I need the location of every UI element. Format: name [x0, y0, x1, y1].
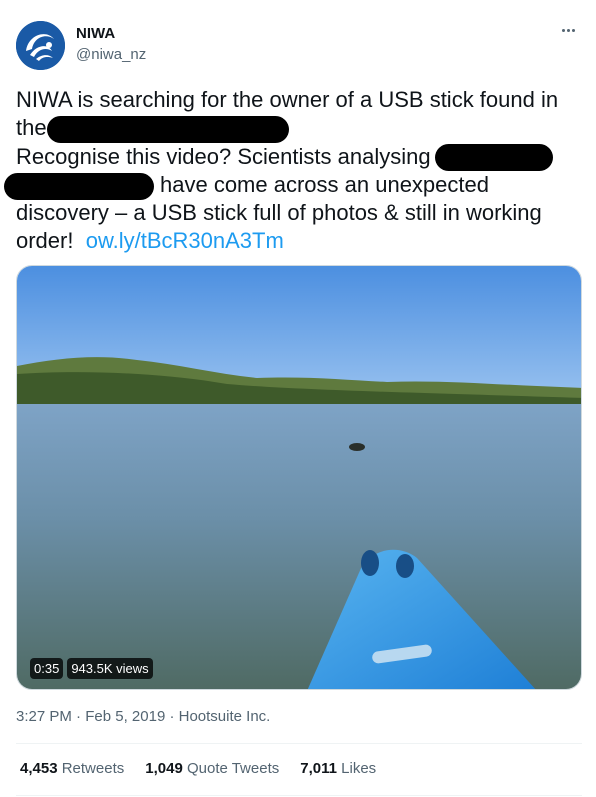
tweet-line-1: NIWA is searching for the owner of a USB…	[16, 86, 584, 114]
tweet-meta: 3:27 PM · Feb 5, 2019 · Hootsuite Inc.	[16, 708, 270, 725]
meta-separator: ·	[165, 708, 179, 725]
avatar[interactable]	[16, 21, 65, 70]
quote-tweets-label: Quote Tweets	[186, 760, 280, 777]
video-duration: 0:35	[30, 658, 64, 679]
likes-stat[interactable]: 7,011 Likes	[300, 760, 376, 777]
tweet-time[interactable]: 3:27 PM	[16, 708, 72, 725]
tweet-line-4: have come across an unexpected	[4, 171, 584, 200]
dot	[571, 28, 575, 32]
quote-tweets-stat[interactable]: 1,049 Quote Tweets	[145, 760, 279, 777]
niwa-logo-icon	[16, 21, 65, 70]
tweet-line-1-text: NIWA is searching for the owner of a USB…	[16, 87, 559, 112]
dot	[566, 28, 570, 32]
tweet-line-5: discovery – a USB stick full of photos &…	[16, 199, 584, 227]
divider	[16, 795, 582, 796]
redaction-mark	[4, 172, 154, 200]
more-dots-icon[interactable]	[556, 18, 580, 42]
video-badges: 0:35 943.5K views	[30, 658, 153, 679]
tweet-line-4-text: have come across an unexpected	[160, 171, 489, 197]
divider	[16, 743, 582, 744]
redaction-mark	[46, 115, 289, 143]
tweet-line-6-text: order!	[16, 228, 74, 254]
retweets-label: Retweets	[61, 760, 125, 777]
retweets-stat[interactable]: 4,453 Retweets	[20, 760, 124, 777]
tweet-text: NIWA is searching for the owner of a USB…	[4, 86, 584, 256]
dot	[561, 28, 565, 32]
tweet-line-5-text: discovery – a USB stick full of photos &…	[16, 200, 542, 226]
tweet-stats: 4,453 Retweets 1,049 Quote Tweets 7,011 …	[20, 760, 376, 777]
redaction-mark	[434, 144, 553, 172]
quote-tweets-count: 1,049	[145, 760, 183, 777]
tweet-line-6: order! ow.ly/tBcR30nA3Tm	[16, 227, 584, 255]
likes-label: Likes	[341, 760, 377, 777]
tweet-line-2: the	[16, 114, 584, 143]
retweets-count: 4,453	[20, 760, 58, 777]
tweet-line-2-text: the	[16, 115, 47, 141]
meta-separator: ·	[71, 708, 86, 725]
likes-count: 7,011	[300, 760, 337, 777]
video-views: 943.5K views	[67, 658, 153, 679]
tweet-link[interactable]: ow.ly/tBcR30nA3Tm	[86, 228, 284, 253]
user-name[interactable]: NIWA	[76, 25, 115, 42]
tweet-source[interactable]: Hootsuite Inc.	[179, 708, 271, 725]
video-frame	[17, 266, 581, 689]
tweet-line-3: Recognise this video? Scientists analysi…	[16, 143, 584, 172]
tweet-line-3-text: Recognise this video? Scientists analysi…	[16, 143, 431, 169]
video-player[interactable]: 0:35 943.5K views	[16, 265, 582, 690]
tweet-date[interactable]: Feb 5, 2019	[85, 708, 165, 725]
tweet-header: NIWA @niwa_nz	[16, 16, 580, 72]
user-handle[interactable]: @niwa_nz	[76, 46, 146, 63]
